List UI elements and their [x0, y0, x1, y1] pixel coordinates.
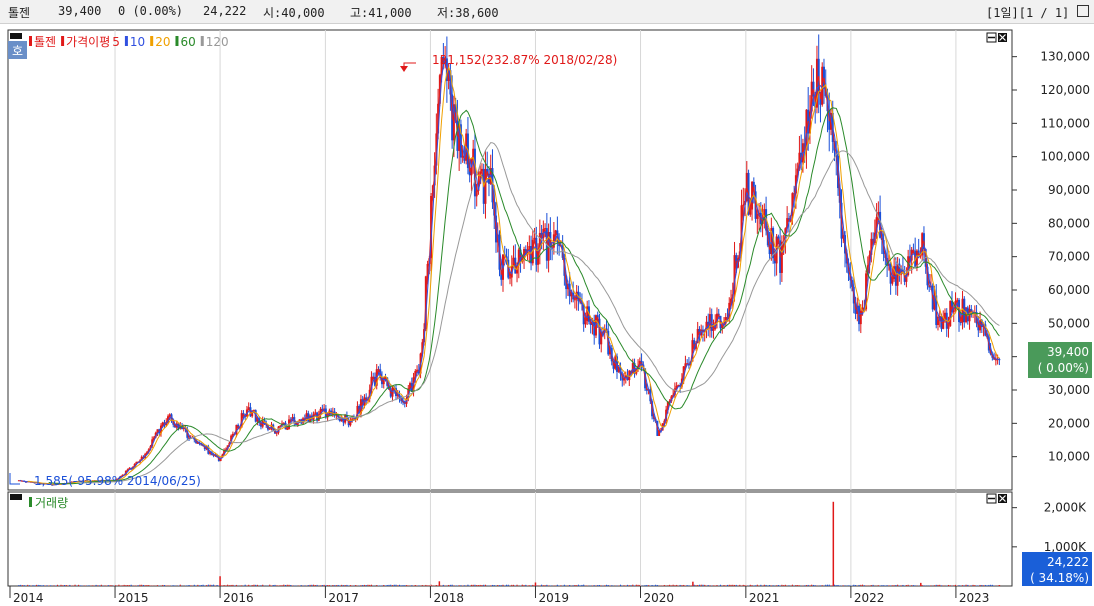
stock-chart: 10,00020,00030,00040,00050,00060,00070,0…: [7, 29, 1092, 605]
volume-legend-label: 거래량: [35, 496, 68, 510]
price-tick-label: 10,000: [1048, 450, 1090, 464]
legend-ma-20-marker: [150, 36, 154, 46]
price-tick-label: 60,000: [1048, 283, 1090, 297]
legend-ma-120: 120: [206, 35, 229, 49]
price-panel: [7, 29, 1013, 491]
price-tick-label: 50,000: [1048, 316, 1090, 330]
moving-average-lines: [20, 57, 1000, 486]
candles: [17, 34, 1001, 486]
price-tag-value: 39,400: [1047, 345, 1089, 359]
price-tick-label: 110,000: [1040, 116, 1090, 130]
hoga-label: 호: [12, 44, 23, 58]
year-tick-label: 2023: [959, 591, 990, 605]
volume-panel: [7, 491, 1013, 587]
price-tick-label: 120,000: [1040, 83, 1090, 97]
price-tick-label: 80,000: [1048, 216, 1090, 230]
legend-ma-10-marker: [124, 36, 128, 46]
year-tick-label: 2020: [644, 591, 675, 605]
volume-tag-pct: ( 34.18%): [1030, 571, 1089, 585]
year-tick-label: 2022: [854, 591, 885, 605]
year-tick-label: 2014: [13, 591, 44, 605]
price-tag-pct: ( 0.00%): [1038, 361, 1089, 375]
price-tick-label: 130,000: [1040, 50, 1090, 64]
volume-menu-icon[interactable]: [10, 494, 22, 500]
volume-bars: [18, 501, 1001, 586]
legend-ma-5: 5: [112, 35, 120, 49]
price-tick-label: 30,000: [1048, 383, 1090, 397]
volume-legend-marker: [29, 497, 32, 507]
price-axis: 10,00020,00030,00040,00050,00060,00070,0…: [1012, 50, 1090, 464]
legend-ma-60-marker: [175, 36, 179, 46]
legend-ma-label: 가격이평: [66, 35, 110, 49]
price-tick-label: 100,000: [1040, 150, 1090, 164]
year-tick-label: 2021: [749, 591, 780, 605]
legend-ma-20: 20: [155, 35, 170, 49]
panel-window-icons[interactable]: [986, 32, 1007, 504]
legend-ma-10: 10: [130, 35, 145, 49]
price-tag: 39,400 ( 0.00%): [1028, 342, 1092, 378]
year-tick-label: 2018: [433, 591, 464, 605]
legend-ma-label-marker: [61, 36, 65, 46]
candle-body: [17, 480, 20, 482]
high-label: 131,152(232.87% 2018/02/28): [432, 53, 617, 67]
volume-axis: 1,000K 2,000K: [1012, 501, 1087, 554]
year-tick-label: 2015: [118, 591, 149, 605]
legend-ma-120-marker: [200, 36, 204, 46]
low-label: 1,585(-95.98% 2014/06/25): [34, 474, 201, 488]
year-tick-label: 2019: [538, 591, 569, 605]
panel-menu-icon[interactable]: [10, 33, 22, 39]
volume-tag: 24,222 ( 34.18%): [1022, 552, 1092, 586]
low-annotation: 1,585(-95.98% 2014/06/25): [9, 473, 201, 488]
ma-line-60: [48, 107, 1000, 485]
volume-tick-label: 1,000K: [1044, 540, 1087, 554]
legend-stock-marker: [29, 36, 32, 46]
price-tick-label: 20,000: [1048, 416, 1090, 430]
legend-stock: 톨젠: [34, 35, 56, 49]
legend: 톨젠 가격이평 5 10 20 60 120: [29, 35, 229, 49]
volume-tag-value: 24,222: [1047, 555, 1089, 569]
high-annotation: 131,152(232.87% 2018/02/28): [400, 53, 617, 72]
volume-tick-label: 2,000K: [1044, 501, 1087, 515]
legend-ma-60: 60: [180, 35, 195, 49]
price-tick-label: 70,000: [1048, 250, 1090, 264]
date-axis: 2014 2015 2016 2017 2018 2019 2020 2021 2022 2023: [9, 586, 990, 605]
year-tick-label: 2017: [328, 591, 359, 605]
price-tick-label: 90,000: [1048, 183, 1090, 197]
year-tick-label: 2016: [223, 591, 254, 605]
